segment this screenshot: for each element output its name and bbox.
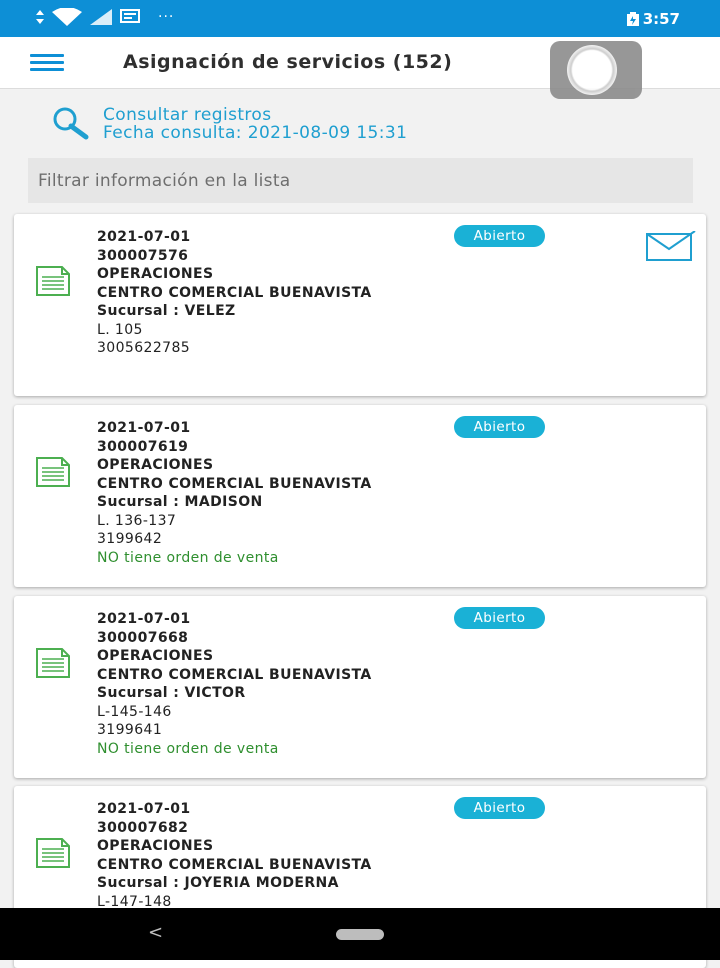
filter-input[interactable] xyxy=(28,158,693,203)
card-code: 300007668 xyxy=(97,629,189,646)
status-badge: Abierto xyxy=(454,416,545,438)
card-branch: Sucursal : VICTOR xyxy=(97,685,246,701)
status-time: 3:57 xyxy=(642,10,680,28)
card-local: L. 105 xyxy=(97,321,143,338)
card-date: 2021-07-01 xyxy=(97,611,191,627)
card-phone: 3199641 xyxy=(97,722,163,738)
status-overflow: ··· xyxy=(158,9,175,25)
status-icons: ··· xyxy=(36,8,174,26)
card-note: NO tiene orden de venta xyxy=(97,549,279,566)
service-card[interactable]: 2021-07-01 300007668 OPERACIONES CENTRO COM… xyxy=(14,596,706,778)
consult-date: Fecha consulta: 2021-08-09 15:31 xyxy=(103,123,408,143)
card-department: OPERACIONES xyxy=(97,266,214,282)
card-branch: Sucursal : VELEZ xyxy=(97,303,236,319)
consult-link[interactable]: Consultar registros xyxy=(103,106,407,124)
status-badge: Abierto xyxy=(454,225,545,247)
wifi-icon xyxy=(52,8,82,26)
card-department: OPERACIONES xyxy=(97,457,214,473)
card-branch: Sucursal : MADISON xyxy=(97,494,263,510)
card-place: CENTRO COMERCIAL BUENAVISTA xyxy=(97,666,372,683)
consult-text[interactable]: Consultar registros Fecha consulta: 2021… xyxy=(103,106,407,142)
status-badge: Abierto xyxy=(454,797,545,819)
card-phone: 3005622785 xyxy=(97,340,191,356)
message-icon xyxy=(120,9,140,23)
card-place: CENTRO COMERCIAL BUENAVISTA xyxy=(97,475,372,492)
card-branch: Sucursal : JOYERIA MODERNA xyxy=(97,875,339,891)
card-note: NO tiene orden de venta xyxy=(97,740,279,757)
card-local: L. 136-137 xyxy=(97,512,177,529)
service-card[interactable]: 2021-07-01 300007576 OPERACIONES CENTRO COM… xyxy=(14,214,706,396)
card-details: 2021-07-01 300007576 OPERACIONES CENTRO COM… xyxy=(97,228,372,358)
battery-icon xyxy=(626,12,639,26)
signal-icon xyxy=(90,9,112,25)
card-date: 2021-07-01 xyxy=(97,229,191,245)
card-place: CENTRO COMERCIAL BUENAVISTA xyxy=(97,856,372,873)
card-department: OPERACIONES xyxy=(97,648,214,664)
status-right: 3:57 xyxy=(626,10,680,28)
card-phone: 3199642 xyxy=(97,531,163,547)
card-place: CENTRO COMERCIAL BUENAVISTA xyxy=(97,284,372,301)
home-button[interactable] xyxy=(336,929,384,940)
card-local: L-145-146 xyxy=(97,703,172,720)
page-title: Asignación de servicios (152) xyxy=(123,51,453,73)
card-date: 2021-07-01 xyxy=(97,420,191,436)
data-arrows-icon xyxy=(36,10,44,24)
assistive-touch-icon xyxy=(567,45,617,95)
status-badge: Abierto xyxy=(454,607,545,629)
card-details: 2021-07-01 300007668 OPERACIONES CENTRO COM… xyxy=(97,610,372,758)
status-bar: ··· 3:57 xyxy=(0,0,720,37)
search-icon[interactable] xyxy=(50,106,90,140)
document-icon xyxy=(36,457,70,487)
card-details: 2021-07-01 300007619 OPERACIONES CENTRO COM… xyxy=(97,419,372,567)
floating-assistive-button[interactable] xyxy=(550,41,642,99)
document-icon xyxy=(36,266,70,296)
document-icon xyxy=(36,648,70,678)
card-date: 2021-07-01 xyxy=(97,801,191,817)
menu-icon[interactable] xyxy=(30,54,64,72)
card-department: OPERACIONES xyxy=(97,838,214,854)
back-button[interactable]: < xyxy=(148,922,163,943)
service-card[interactable]: 2021-07-01 300007619 OPERACIONES CENTRO COM… xyxy=(14,405,706,587)
card-code: 300007576 xyxy=(97,247,189,264)
card-details: 2021-07-01 300007682 OPERACIONES CENTRO COM… xyxy=(97,800,372,911)
mail-check-icon[interactable] xyxy=(646,231,696,261)
card-code: 300007619 xyxy=(97,438,189,455)
document-icon xyxy=(36,838,70,868)
card-code: 300007682 xyxy=(97,819,189,836)
navigation-bar: < xyxy=(0,908,720,960)
